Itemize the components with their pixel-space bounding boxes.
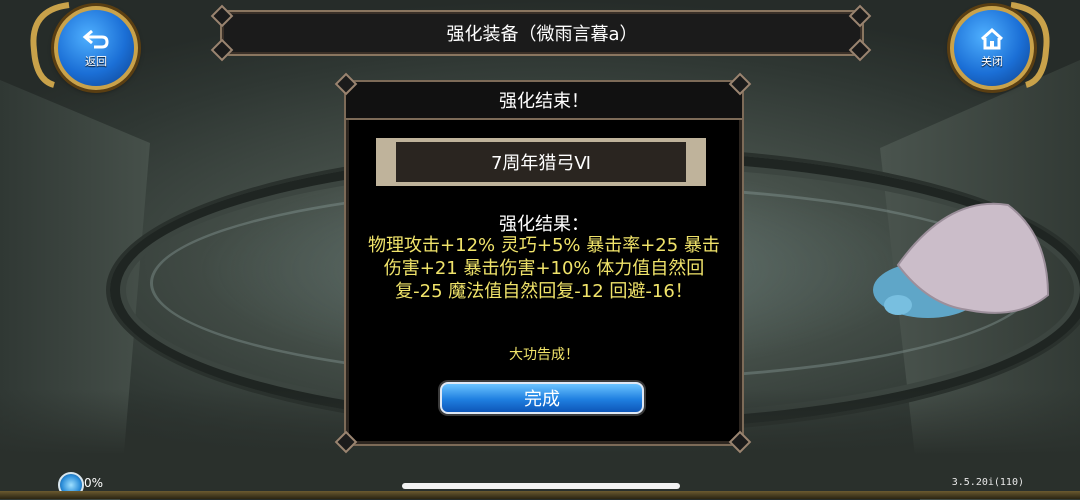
done-button-label: 完成 — [524, 389, 560, 410]
result-stats-text: 物理攻击+12% 灵巧+5% 暴击率+25 暴击伤害+21 暴击伤害+10% 体… — [368, 235, 720, 302]
close-button[interactable]: 关闭 — [950, 6, 1034, 90]
dialog-title: 强化结束！ — [499, 91, 589, 112]
dialog-header: 强化结束！ — [346, 82, 742, 120]
back-arrow-icon — [82, 29, 109, 49]
page-title-bar: 强化装备（微雨言暮a） — [220, 10, 864, 56]
close-button-label: 关闭 — [981, 55, 1003, 68]
bottom-frame-bar — [0, 491, 1080, 499]
page-title: 强化装备（微雨言暮a） — [446, 24, 638, 45]
home-indicator[interactable] — [402, 483, 680, 489]
item-name: 7周年猎弓Ⅵ — [490, 153, 592, 174]
done-button[interactable]: 完成 — [440, 382, 644, 414]
back-button-label: 返回 — [85, 55, 107, 68]
home-icon — [980, 27, 1004, 50]
item-name-box: 7周年猎弓Ⅵ — [376, 138, 706, 186]
result-title: 强化结果： — [499, 214, 589, 235]
back-button[interactable]: 返回 — [54, 6, 138, 90]
version-label: 3.5.20i(110) — [951, 477, 1024, 488]
loading-percent: 0% — [84, 476, 104, 490]
scene-creature — [873, 202, 1050, 318]
success-message: 大功告成！ — [509, 347, 579, 363]
enhance-result-dialog: 强化结束！ 7周年猎弓Ⅵ 强化结果： 物理攻击+12% 灵巧+5% 暴击率+25… — [344, 80, 744, 446]
